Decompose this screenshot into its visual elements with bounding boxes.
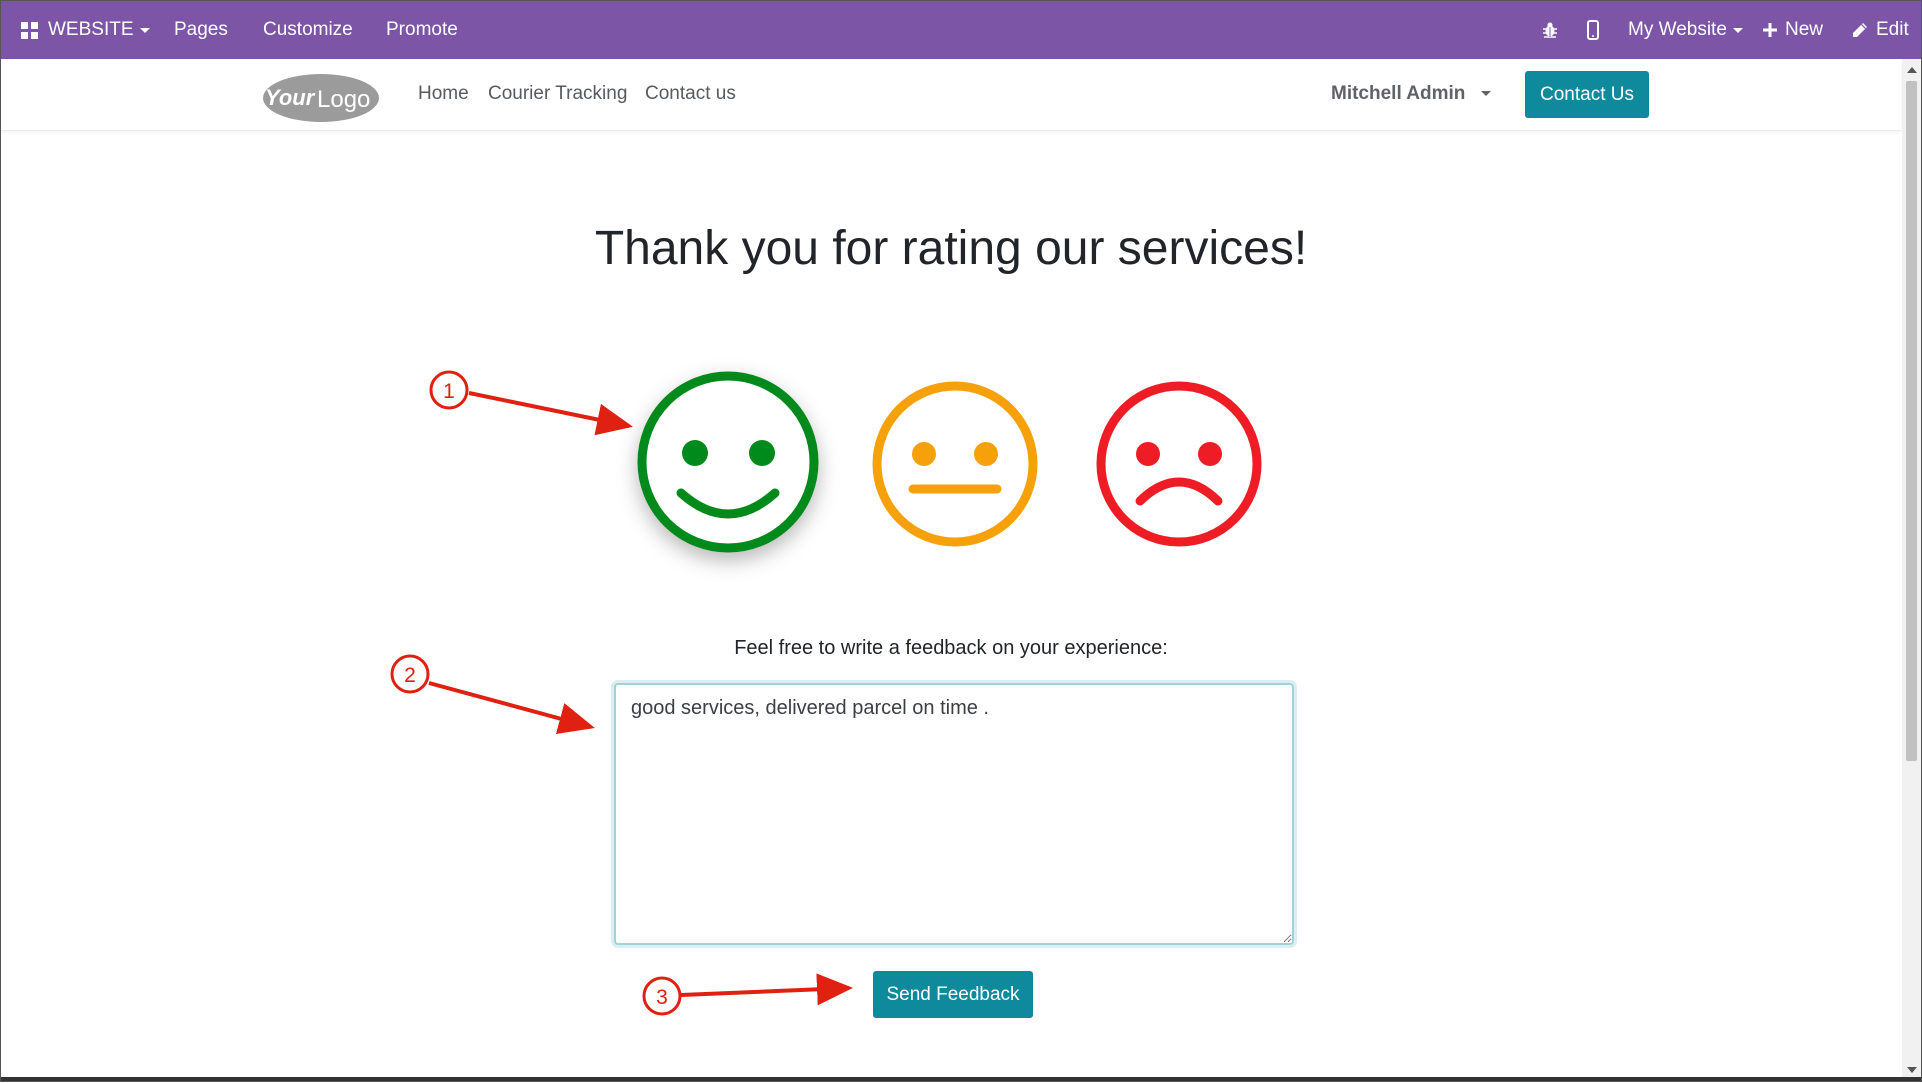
edit-button[interactable]: Edit (1852, 1, 1909, 59)
caret-down-icon (139, 27, 150, 33)
bottom-border (1, 1077, 1921, 1081)
rating-dissatisfied-button[interactable] (1084, 369, 1274, 559)
mobile-icon (1587, 20, 1599, 40)
annotation-3-label: 3 (656, 986, 668, 1009)
new-label: New (1785, 19, 1824, 40)
annotation-1: 1 (429, 370, 633, 436)
caret-down-icon (1480, 91, 1491, 97)
logo-text-light: Logo (317, 86, 370, 113)
site-header: Your Logo Home Courier Tracking Contact … (1, 59, 1901, 131)
debug-button[interactable] (1541, 1, 1559, 59)
edit-label: Edit (1876, 19, 1909, 40)
feedback-textarea[interactable]: good services, delivered parcel on time … (614, 683, 1294, 945)
annotation-2: 2 (390, 654, 595, 735)
feedback-label: Feel free to write a feedback on your ex… (734, 637, 1168, 659)
promote-menu-label: Promote (386, 19, 458, 40)
contact-us-button[interactable]: Contact Us (1525, 71, 1649, 118)
bug-icon (1543, 22, 1557, 38)
mobile-preview-button[interactable] (1587, 1, 1599, 59)
user-menu[interactable]: Mitchell Admin (1331, 83, 1491, 105)
annotation-2-label: 2 (404, 664, 416, 687)
apps-grid-icon (21, 21, 38, 39)
site-logo[interactable]: Your Logo (257, 71, 381, 123)
my-website-label: My Website (1628, 19, 1727, 40)
pages-menu-label: Pages (174, 19, 228, 40)
customize-menu[interactable]: Customize (263, 1, 353, 59)
scroll-down-arrow-icon[interactable] (1907, 1067, 1917, 1073)
promote-menu[interactable]: Promote (386, 1, 458, 59)
nav-contact-us[interactable]: Contact us (645, 83, 736, 105)
my-website-menu[interactable]: My Website (1628, 1, 1743, 59)
send-feedback-button[interactable]: Send Feedback (873, 971, 1033, 1018)
rating-neutral-button[interactable] (860, 369, 1050, 559)
user-name: Mitchell Admin (1331, 83, 1466, 104)
logo-text-bold: Your (265, 85, 316, 110)
website-menu[interactable]: WEBSITE (21, 1, 150, 59)
caret-down-icon (1732, 27, 1743, 33)
annotation-3: 3 (642, 973, 853, 1016)
pages-menu[interactable]: Pages (174, 1, 228, 59)
website-menu-label: WEBSITE (48, 19, 134, 40)
nav-courier-tracking[interactable]: Courier Tracking (488, 83, 627, 105)
pencil-icon (1853, 23, 1867, 37)
scroll-up-arrow-icon[interactable] (1907, 67, 1917, 73)
page-title: Thank you for rating our services! (594, 222, 1308, 275)
plus-icon (1763, 23, 1777, 37)
nav-home[interactable]: Home (418, 83, 469, 105)
new-button[interactable]: New (1763, 1, 1823, 59)
rating-satisfied-button[interactable] (633, 367, 823, 557)
annotation-1-label: 1 (443, 380, 455, 403)
logo-graphic: Your Logo (263, 74, 379, 122)
customize-menu-label: Customize (263, 19, 353, 40)
admin-bar: WEBSITE Pages Customize Promote My Websi… (1, 1, 1921, 59)
scrollbar-thumb[interactable] (1906, 81, 1917, 761)
